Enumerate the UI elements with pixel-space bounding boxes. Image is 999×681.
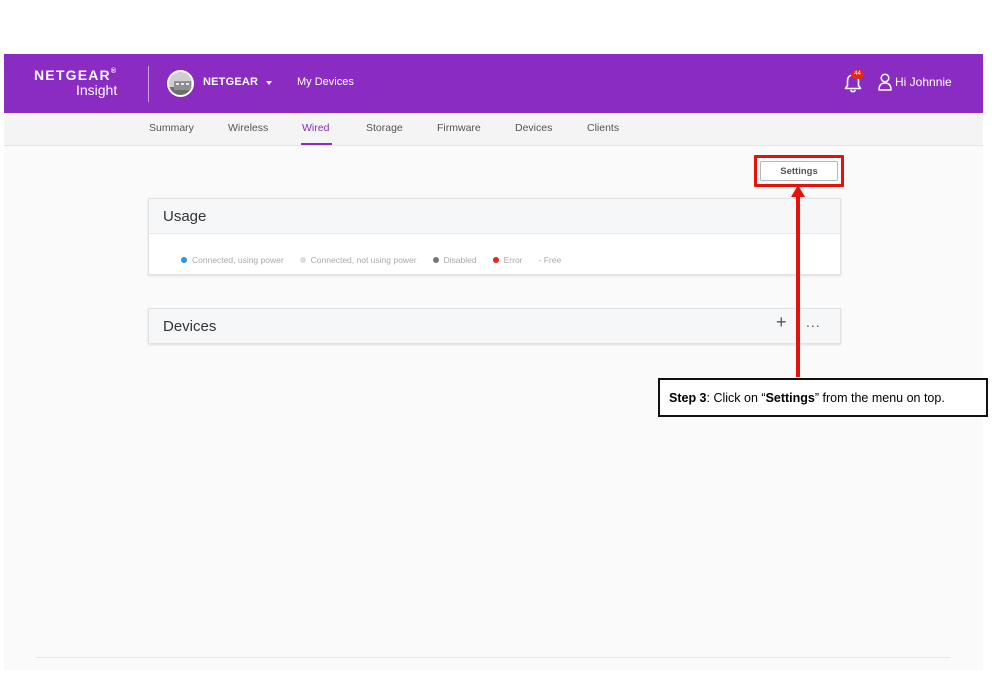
usage-title: Usage xyxy=(163,208,207,225)
active-tab-indicator xyxy=(301,143,332,145)
legend-label: Connected, not using power xyxy=(310,255,417,265)
legend-dot-icon xyxy=(492,257,499,263)
add-device-icon[interactable]: + xyxy=(776,313,787,331)
settings-highlight-box xyxy=(754,155,844,187)
tab-firmware[interactable]: Firmware xyxy=(437,122,481,134)
devices-title: Devices xyxy=(163,318,217,335)
sub-navigation: Summary Wireless Wired Storage Firmware … xyxy=(4,113,983,146)
user-icon xyxy=(878,73,892,91)
legend-dot-icon xyxy=(299,257,306,263)
legend-item: Error xyxy=(492,255,523,265)
annotation-arrow-head-icon xyxy=(791,185,805,197)
step-highlight: Settings xyxy=(765,390,815,405)
org-avatar[interactable] xyxy=(167,70,194,97)
legend-item: Connected, not using power xyxy=(299,255,417,265)
user-menu[interactable]: Hi Johnnie xyxy=(878,73,952,91)
legend-item: - Free xyxy=(539,255,562,265)
logo-product: Insight xyxy=(75,82,118,98)
more-options-icon[interactable]: ... xyxy=(806,315,821,329)
usage-card: Usage Connected, using power Connected, … xyxy=(148,198,841,275)
step-text-after: ” from the menu on top. xyxy=(814,390,945,405)
annotation-arrow-line xyxy=(796,197,800,377)
legend-dot-icon xyxy=(181,257,187,263)
logo-brand: NETGEAR xyxy=(34,67,111,83)
notification-badge: 44 xyxy=(851,70,864,79)
step-text-before: : Click on “ xyxy=(706,390,766,405)
logo-registered-mark: ® xyxy=(110,68,118,75)
legend-label: - Free xyxy=(538,255,562,265)
devices-card: Devices + ... xyxy=(148,308,841,344)
usage-legend: Connected, using power Connected, not us… xyxy=(181,255,577,265)
user-greeting: Hi Johnnie xyxy=(895,75,952,89)
building-icon xyxy=(169,72,192,95)
tab-summary[interactable]: Summary xyxy=(149,122,194,134)
tab-wireless[interactable]: Wireless xyxy=(228,122,268,134)
header-divider xyxy=(148,66,149,102)
tab-devices[interactable]: Devices xyxy=(515,122,552,134)
legend-item: Disabled xyxy=(432,255,477,265)
top-bar: NETGEAR® Insight NETGEAR My Devices 44 H… xyxy=(4,54,983,113)
org-name: NETGEAR xyxy=(203,76,259,88)
footer-divider xyxy=(36,657,951,658)
chevron-down-icon xyxy=(266,80,273,85)
tab-wired[interactable]: Wired xyxy=(302,122,329,134)
tab-storage[interactable]: Storage xyxy=(366,122,403,134)
devices-card-header: Devices + ... xyxy=(149,309,840,343)
legend-dot-icon xyxy=(432,257,439,263)
legend-label: Error xyxy=(503,255,523,265)
step-number: Step 3 xyxy=(669,390,707,405)
app-window: NETGEAR® Insight NETGEAR My Devices 44 H… xyxy=(4,54,983,670)
org-selector[interactable]: NETGEAR xyxy=(203,76,273,88)
tab-clients[interactable]: Clients xyxy=(587,122,619,134)
my-devices-link[interactable]: My Devices xyxy=(297,76,354,88)
usage-card-header: Usage xyxy=(149,199,840,234)
netgear-insight-logo: NETGEAR® Insight xyxy=(34,68,117,97)
legend-label: Connected, using power xyxy=(192,255,284,265)
legend-item: Connected, using power xyxy=(181,255,284,265)
step-instruction-callout: Step 3: Click on “Settings” from the men… xyxy=(658,378,988,417)
legend-label: Disabled xyxy=(443,255,477,265)
